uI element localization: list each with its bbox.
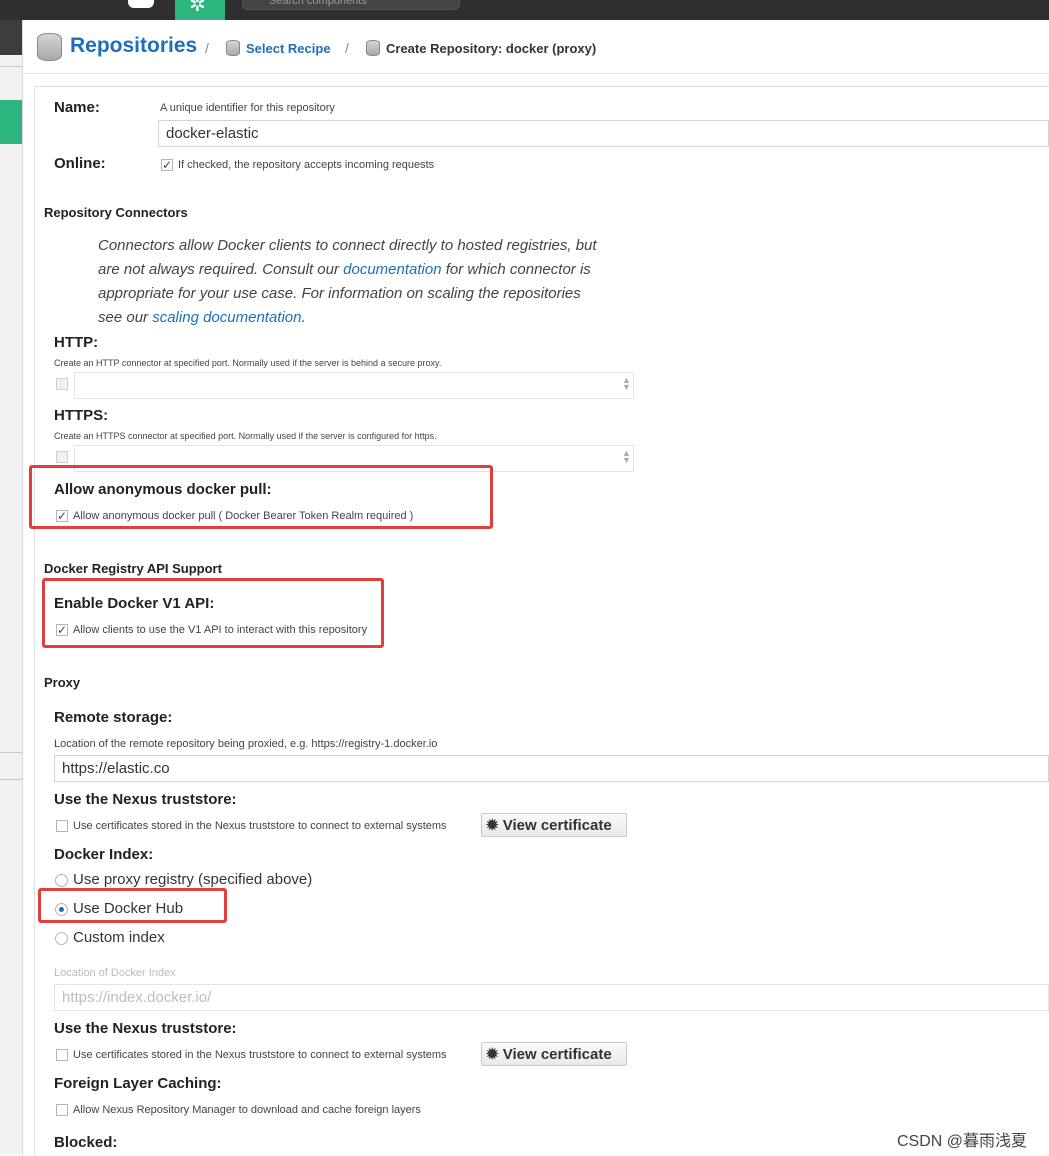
foreign-layer-label: Foreign Layer Caching: — [54, 1075, 222, 1092]
http-port-input[interactable] — [74, 372, 634, 399]
radio-proxy-registry[interactable] — [55, 874, 68, 887]
breadcrumb-current: Create Repository: docker (proxy) — [386, 41, 597, 56]
button-label: View certificate — [502, 1046, 612, 1063]
breadcrumb-separator: / — [205, 40, 209, 56]
highlight-box — [29, 465, 493, 529]
index-location-input[interactable]: https://index.docker.io/ — [54, 984, 1049, 1011]
nexus-logo[interactable] — [128, 0, 154, 8]
truststore-label: Use the Nexus truststore: — [54, 791, 237, 808]
name-input[interactable]: docker-elastic — [158, 120, 1049, 147]
index-location-help: Location of Docker Index — [54, 967, 176, 979]
http-checkbox[interactable] — [56, 378, 68, 390]
sidebar-active-item[interactable] — [0, 100, 22, 144]
search-input[interactable]: Search components — [242, 0, 460, 10]
gear-icon: ✲ — [189, 0, 206, 16]
truststore-checkbox[interactable] — [56, 1049, 68, 1061]
name-label: Name: — [54, 99, 100, 116]
radio-custom-index[interactable] — [55, 932, 68, 945]
http-label: HTTP: — [54, 334, 99, 351]
blocked-label: Blocked: — [54, 1134, 118, 1151]
online-checkbox[interactable]: ✓ — [161, 159, 173, 171]
view-certificate-button[interactable]: ✹ View certificate — [481, 1042, 627, 1066]
breadcrumb-separator: / — [345, 40, 349, 56]
radio-label: Use proxy registry (specified above) — [73, 871, 313, 888]
truststore-help: Use certificates stored in the Nexus tru… — [73, 1049, 447, 1061]
online-help: If checked, the repository accepts incom… — [178, 159, 435, 171]
radio-label: Custom index — [73, 929, 165, 946]
truststore-help: Use certificates stored in the Nexus tru… — [73, 820, 447, 832]
remote-storage-input[interactable]: https://elastic.co — [54, 755, 1049, 782]
https-help: Create an HTTPS connector at specified p… — [54, 431, 437, 441]
documentation-link[interactable]: documentation — [343, 261, 441, 278]
truststore-label: Use the Nexus truststore: — [54, 1020, 237, 1037]
scaling-documentation-link[interactable]: scaling documentation — [152, 309, 301, 326]
breadcrumb-select-recipe[interactable]: Select Recipe — [246, 41, 331, 56]
database-icon — [366, 40, 380, 56]
spinner-icon[interactable]: ▲ ▼ — [622, 376, 631, 392]
highlight-box — [38, 888, 227, 923]
sidebar-divider — [0, 779, 22, 780]
foreign-layer-checkbox[interactable] — [56, 1104, 68, 1116]
view-certificate-button[interactable]: ✹ View certificate — [481, 813, 627, 837]
highlight-box — [42, 578, 384, 648]
remote-storage-help: Location of the remote repository being … — [54, 738, 438, 750]
top-toolbar — [0, 0, 1049, 20]
remote-storage-label: Remote storage: — [54, 709, 173, 726]
admin-gear-button[interactable]: ✲ — [175, 0, 225, 20]
online-label: Online: — [54, 155, 106, 172]
sidebar-divider — [0, 752, 22, 753]
watermark: CSDN @暮雨浅夏 — [897, 1133, 1028, 1150]
docker-index-label: Docker Index: — [54, 846, 154, 863]
certificate-icon: ✹ — [486, 1046, 499, 1063]
certificate-icon: ✹ — [486, 817, 499, 834]
page-title[interactable]: Repositories — [70, 34, 197, 58]
section-title-api-support: Docker Registry API Support — [44, 561, 222, 576]
sidebar-header — [0, 20, 22, 55]
name-help: A unique identifier for this repository — [160, 102, 335, 114]
button-label: View certificate — [502, 817, 612, 834]
database-icon — [37, 33, 62, 61]
connectors-text: . — [301, 309, 306, 326]
database-icon — [226, 40, 240, 56]
https-label: HTTPS: — [54, 407, 109, 424]
section-title-connectors: Repository Connectors — [44, 205, 188, 220]
truststore-checkbox[interactable] — [56, 820, 68, 832]
spinner-icon[interactable]: ▲ ▼ — [622, 449, 631, 465]
https-checkbox[interactable] — [56, 451, 68, 463]
sidebar-divider — [0, 66, 22, 67]
foreign-layer-help: Allow Nexus Repository Manager to downlo… — [73, 1104, 421, 1116]
connectors-description: Connectors allow Docker clients to conne… — [98, 234, 598, 330]
section-title-proxy: Proxy — [44, 675, 81, 690]
http-help: Create an HTTP connector at specified po… — [54, 358, 442, 368]
left-sidebar — [0, 20, 23, 1155]
